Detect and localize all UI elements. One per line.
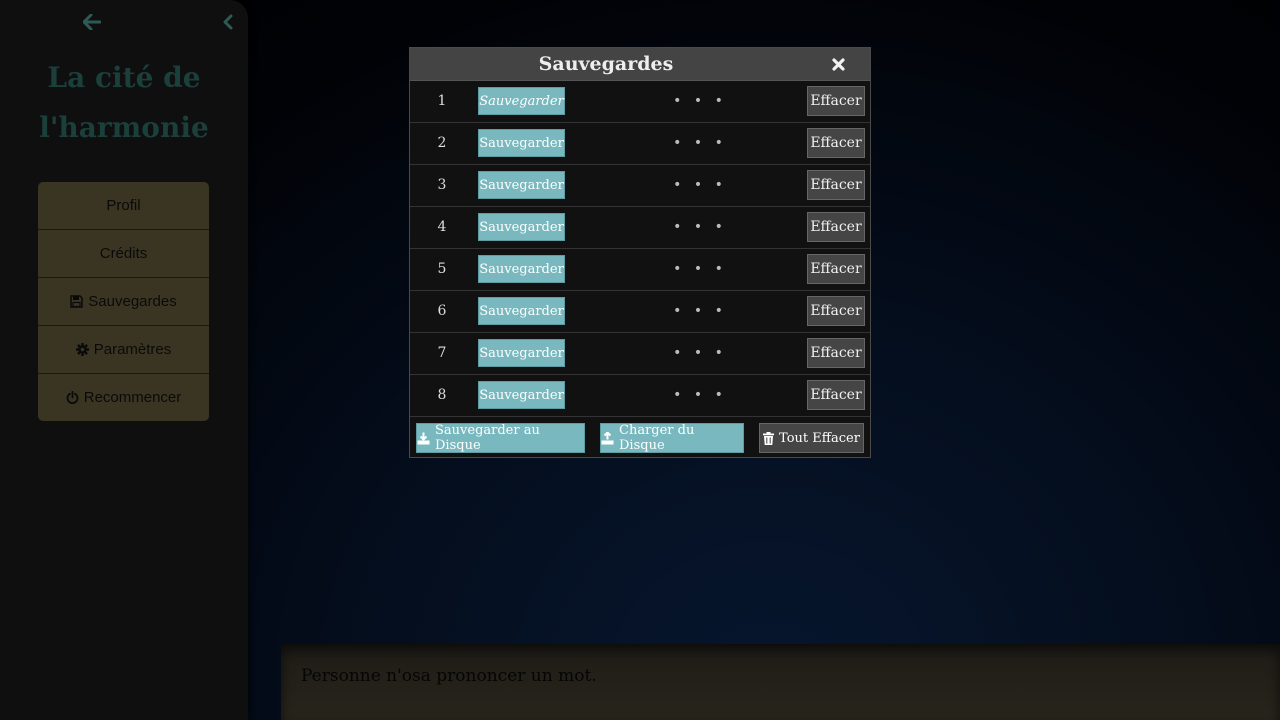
menu-item-label: Profil: [106, 197, 141, 214]
download-icon: [417, 432, 430, 445]
slot-number: 2: [437, 135, 447, 151]
slot-number: 4: [437, 219, 447, 235]
erase-slot-button[interactable]: Effacer: [807, 296, 865, 326]
menu-item-label: Crédits: [99, 245, 148, 262]
save-slot-button[interactable]: Sauvegarder: [478, 297, 565, 325]
save-slot-row: 3 Sauvegarder • • • Effacer: [410, 165, 870, 207]
upload-icon: [601, 431, 614, 445]
save-slot-button[interactable]: Sauvegarder: [478, 255, 565, 283]
save-slot-row: 8 Sauvegarder • • • Effacer: [410, 375, 870, 417]
slot-description: • • •: [673, 387, 727, 403]
slot-description: • • •: [673, 93, 727, 109]
power-icon: [66, 391, 79, 404]
slot-description: • • •: [673, 345, 727, 361]
sidebar-menu: Profil Crédits Sauvegardes Paramètres Re…: [38, 182, 209, 421]
save-slot-button[interactable]: Sauvegarder: [478, 381, 565, 409]
save-slot-button[interactable]: Sauvegarder: [478, 87, 565, 115]
save-to-disk-label: Sauvegarder au Disque: [435, 423, 540, 453]
slot-description: • • •: [673, 219, 727, 235]
chevron-left-icon[interactable]: [216, 10, 240, 34]
save-slot-button[interactable]: Sauvegarder: [478, 339, 565, 367]
menu-item-parametres[interactable]: Paramètres: [38, 325, 209, 373]
erase-slot-button[interactable]: Effacer: [807, 86, 865, 116]
save-slot-row: 1 Sauvegarder • • • Effacer: [410, 81, 870, 123]
erase-slot-button[interactable]: Effacer: [807, 254, 865, 284]
erase-slot-button[interactable]: Effacer: [807, 338, 865, 368]
trash-icon: [763, 431, 775, 445]
slot-number: 7: [437, 345, 447, 361]
gear-icon: [75, 343, 89, 356]
slot-number: 1: [437, 93, 447, 109]
sidebar: La cité de l'harmonie Profil Crédits Sau…: [0, 0, 248, 720]
slot-description: • • •: [673, 303, 727, 319]
clear-all-button[interactable]: Tout Effacer: [759, 423, 864, 453]
slot-number: 5: [437, 261, 447, 277]
floppy-disk-icon: [70, 295, 84, 308]
slot-description: • • •: [673, 135, 727, 151]
close-icon[interactable]: [828, 54, 848, 74]
dialog-footer: Sauvegarder au Disque Charger du Disque: [410, 417, 870, 459]
saves-dialog: Sauvegardes 1 Sauvegarder • • • Effacer …: [409, 47, 871, 458]
load-from-disk-button[interactable]: Charger du Disque: [600, 423, 744, 453]
clear-all-label: Tout Effacer: [779, 430, 860, 446]
save-slot-row: 6 Sauvegarder • • • Effacer: [410, 291, 870, 333]
dialog-header: Sauvegardes: [410, 48, 870, 81]
passage: Personne n'osa prononcer un mot.: [281, 644, 1280, 720]
save-to-disk-button[interactable]: Sauvegarder au Disque: [416, 423, 585, 453]
slot-description: • • •: [673, 177, 727, 193]
save-slot-row: 7 Sauvegarder • • • Effacer: [410, 333, 870, 375]
load-from-disk-label: Charger du Disque: [619, 423, 695, 453]
save-slot-row: 4 Sauvegarder • • • Effacer: [410, 207, 870, 249]
save-slot-row: 5 Sauvegarder • • • Effacer: [410, 249, 870, 291]
slot-number: 8: [437, 387, 447, 403]
menu-item-profil[interactable]: Profil: [38, 182, 209, 229]
menu-item-recommencer[interactable]: Recommencer: [38, 373, 209, 421]
erase-slot-button[interactable]: Effacer: [807, 170, 865, 200]
dialog-title: Sauvegardes: [538, 53, 674, 75]
slot-number: 3: [437, 177, 447, 193]
menu-item-credits[interactable]: Crédits: [38, 229, 209, 277]
save-slot-button[interactable]: Sauvegarder: [478, 171, 565, 199]
passage-text: Personne n'osa prononcer un mot.: [301, 666, 597, 686]
save-slot-button[interactable]: Sauvegarder: [478, 129, 565, 157]
save-slot-row: 2 Sauvegarder • • • Effacer: [410, 123, 870, 165]
menu-item-label: Paramètres: [93, 341, 172, 358]
erase-slot-button[interactable]: Effacer: [807, 380, 865, 410]
erase-slot-button[interactable]: Effacer: [807, 212, 865, 242]
slot-number: 6: [437, 303, 447, 319]
menu-item-label: Sauvegardes: [88, 293, 177, 310]
arrow-left-icon[interactable]: [80, 10, 104, 34]
story-title-line1: La cité de: [47, 61, 201, 94]
menu-item-sauvegardes[interactable]: Sauvegardes: [38, 277, 209, 325]
erase-slot-button[interactable]: Effacer: [807, 128, 865, 158]
slot-description: • • •: [673, 261, 727, 277]
story-title: La cité de l'harmonie: [0, 53, 248, 153]
story-title-line2: l'harmonie: [39, 111, 209, 144]
menu-item-label: Recommencer: [83, 389, 182, 406]
save-slot-button[interactable]: Sauvegarder: [478, 213, 565, 241]
